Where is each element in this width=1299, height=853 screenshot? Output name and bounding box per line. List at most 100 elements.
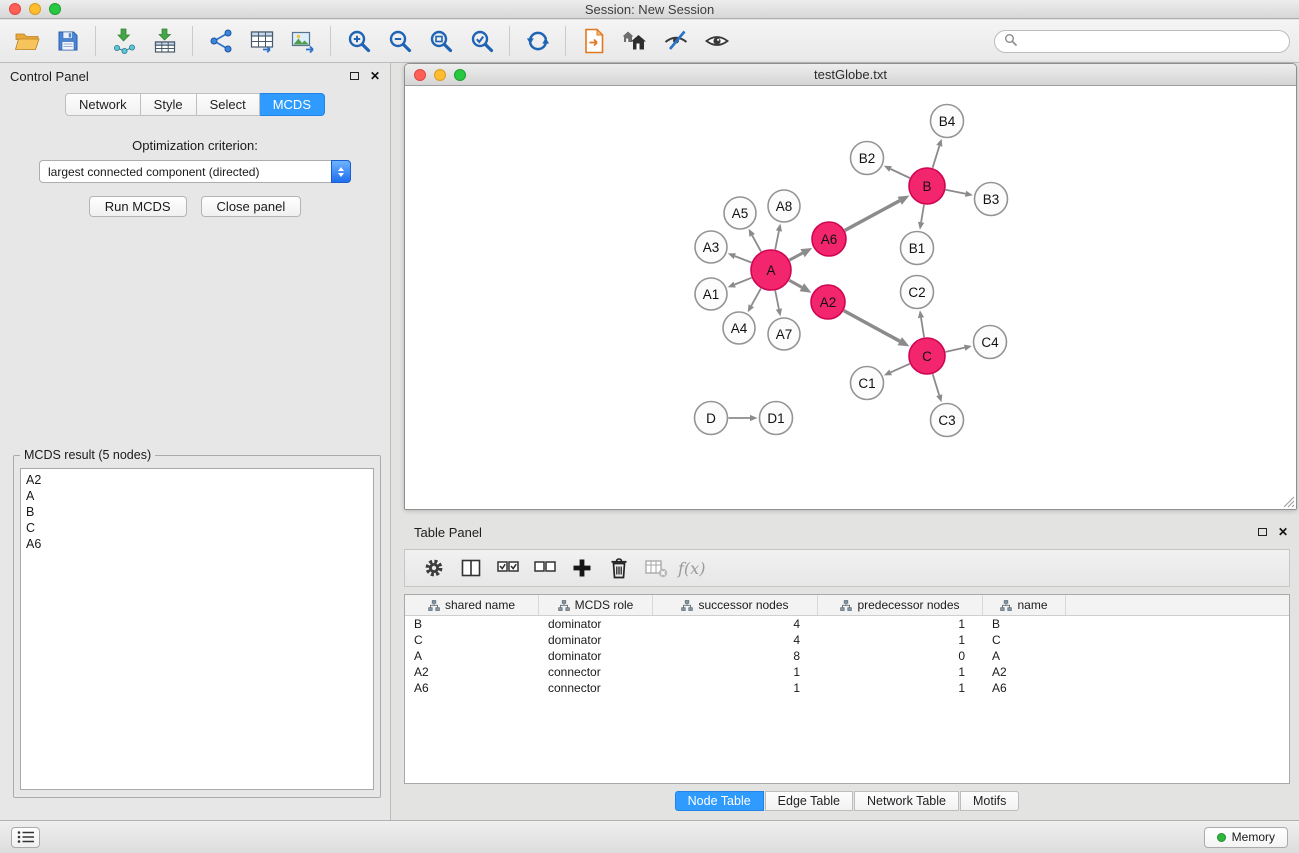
table-row[interactable]: Bdominator41B — [405, 616, 1289, 632]
network-table-icon — [249, 28, 275, 54]
import-network-icon — [111, 28, 137, 54]
table-cell: A — [983, 649, 1066, 663]
graph-edge-C-C1[interactable] — [891, 364, 910, 373]
mcds-result-item[interactable]: A2 — [26, 472, 368, 488]
graph-edge-B-B1[interactable] — [921, 205, 924, 223]
hide-selected-button[interactable] — [655, 23, 696, 59]
import-network-button[interactable] — [103, 23, 144, 59]
task-history-button[interactable] — [11, 827, 40, 848]
close-table-panel-icon[interactable]: ✕ — [1278, 526, 1288, 538]
new-table-button[interactable] — [241, 23, 282, 59]
graph-edge-A-A4[interactable] — [751, 288, 761, 305]
tab-select[interactable]: Select — [197, 93, 260, 116]
zoom-window-button[interactable] — [49, 3, 61, 15]
tab-edge-table[interactable]: Edge Table — [765, 791, 853, 811]
table-row[interactable]: A6connector11A6 — [405, 680, 1289, 696]
zoom-selected-button[interactable] — [461, 23, 502, 59]
close-panel-icon[interactable]: ✕ — [370, 70, 380, 82]
mcds-result-title: MCDS result (5 nodes) — [20, 448, 155, 462]
refresh-button[interactable] — [517, 23, 558, 59]
close-panel-button[interactable]: Close panel — [201, 196, 302, 217]
delete-column-button[interactable] — [600, 553, 637, 583]
graph-edge-A-A6[interactable] — [790, 253, 803, 260]
tab-motifs[interactable]: Motifs — [960, 791, 1019, 811]
graph-edge-C-C3[interactable] — [933, 374, 940, 395]
graph-edge-A-A1[interactable] — [735, 278, 752, 285]
function-builder-button[interactable]: f(x) — [674, 559, 705, 578]
deselect-all-button[interactable] — [526, 553, 563, 583]
column-header-shared-name[interactable]: shared name — [405, 595, 539, 615]
search-field[interactable] — [994, 30, 1290, 53]
graph-edge-A-A5[interactable] — [752, 235, 761, 251]
graph-edge-B-B2[interactable] — [891, 169, 910, 178]
column-header-successor-nodes[interactable]: successor nodes — [653, 595, 818, 615]
open-file-button[interactable] — [6, 23, 47, 59]
mcds-result-list[interactable]: A2ABCA6 — [20, 468, 374, 790]
graph-edge-A-A3[interactable] — [735, 256, 752, 262]
optimization-criterion-label: Optimization criterion: — [0, 138, 390, 153]
tab-node-table[interactable]: Node Table — [675, 791, 764, 811]
network-canvas[interactable]: B4B2BB3A8A5A6A3B1AA1C2A2A4A7C4CC1C3DD1 — [405, 86, 1296, 509]
graph-edge-C-C2[interactable] — [921, 318, 924, 338]
zoom-in-button[interactable] — [338, 23, 379, 59]
graph-edge-A6-B[interactable] — [845, 201, 900, 231]
minimize-window-button[interactable] — [29, 3, 41, 15]
table-cell: connector — [539, 681, 653, 695]
run-mcds-button[interactable]: Run MCDS — [89, 196, 187, 217]
table-row[interactable]: A2connector11A2 — [405, 664, 1289, 680]
float-panel-icon[interactable] — [350, 72, 359, 80]
resize-grip[interactable] — [1283, 496, 1295, 508]
table-cell: A6 — [405, 681, 539, 695]
graph-edge-B-B3[interactable] — [946, 190, 966, 194]
float-table-panel-icon[interactable] — [1258, 528, 1267, 536]
zoom-out-button[interactable] — [379, 23, 420, 59]
column-header-MCDS-role[interactable]: MCDS role — [539, 595, 653, 615]
memory-button[interactable]: Memory — [1204, 827, 1288, 848]
new-network-button[interactable] — [200, 23, 241, 59]
close-window-button[interactable] — [9, 3, 21, 15]
minimize-network-button[interactable] — [434, 69, 446, 81]
criterion-dropdown[interactable]: largest connected component (directed) — [39, 160, 351, 183]
export-image-button[interactable] — [282, 23, 323, 59]
graph-edge-B-B4[interactable] — [933, 146, 940, 168]
network-window-titlebar[interactable]: testGlobe.txt — [405, 64, 1296, 86]
column-header-filler — [1066, 595, 1289, 615]
table-cell: C — [405, 633, 539, 647]
mcds-result-item[interactable]: A6 — [26, 536, 368, 552]
save-session-button[interactable] — [47, 23, 88, 59]
table-cell: A2 — [983, 665, 1066, 679]
graph-edge-A-A2[interactable] — [789, 280, 802, 287]
mcds-result-item[interactable]: C — [26, 520, 368, 536]
tab-network-table[interactable]: Network Table — [854, 791, 959, 811]
create-column-button[interactable] — [563, 553, 600, 583]
mcds-result-item[interactable]: A — [26, 488, 368, 504]
network-canvas-container[interactable]: B4B2BB3A8A5A6A3B1AA1C2A2A4A7C4CC1C3DD1 — [405, 86, 1296, 509]
zoom-fit-button[interactable] — [420, 23, 461, 59]
graph-edge-C-C4[interactable] — [946, 348, 965, 352]
delete-table-button[interactable] — [637, 553, 674, 583]
table-cell: 0 — [818, 649, 983, 663]
column-header-predecessor-nodes[interactable]: predecessor nodes — [818, 595, 983, 615]
table-row[interactable]: Cdominator41C — [405, 632, 1289, 648]
table-settings-button[interactable] — [415, 553, 452, 583]
column-header-name[interactable]: name — [983, 595, 1066, 615]
column-header-label: name — [1017, 598, 1047, 612]
mcds-result-group: MCDS result (5 nodes) A2ABCA6 — [13, 455, 381, 798]
close-network-button[interactable] — [414, 69, 426, 81]
graph-edge-A2-C[interactable] — [844, 311, 900, 342]
search-input[interactable] — [1022, 31, 1289, 52]
show-column-button[interactable] — [452, 553, 489, 583]
tab-network[interactable]: Network — [65, 93, 141, 116]
home-button[interactable] — [614, 23, 655, 59]
mcds-result-item[interactable]: B — [26, 504, 368, 520]
import-table-button[interactable] — [144, 23, 185, 59]
tab-mcds[interactable]: MCDS — [260, 93, 325, 116]
table-row[interactable]: Adominator80A — [405, 648, 1289, 664]
zoom-network-button[interactable] — [454, 69, 466, 81]
show-all-button[interactable] — [696, 23, 737, 59]
select-all-button[interactable] — [489, 553, 526, 583]
graph-edge-A-A7[interactable] — [775, 291, 779, 309]
open-session-button[interactable] — [573, 23, 614, 59]
tab-style[interactable]: Style — [141, 93, 197, 116]
graph-edge-A-A8[interactable] — [775, 231, 779, 249]
